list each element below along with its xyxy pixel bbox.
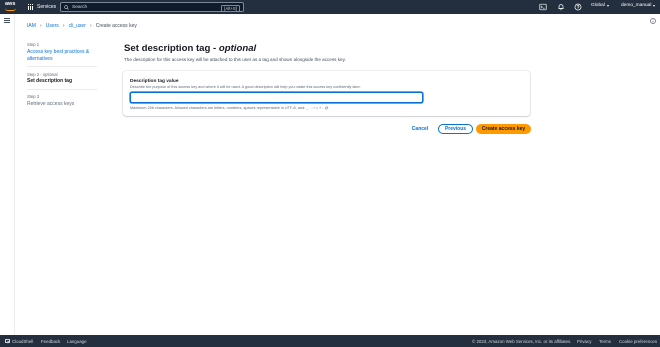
search-shortcut-hint: [Alt+S] (221, 4, 240, 12)
footer-privacy[interactable]: Privacy (577, 339, 591, 344)
page-description: The description for this access key will… (124, 57, 346, 62)
footer-cloudshell[interactable]: CloudShell (5, 339, 33, 344)
notifications-bell-icon[interactable] (557, 3, 565, 11)
region-selector[interactable]: Global (591, 3, 609, 8)
cancel-button[interactable]: Cancel (408, 124, 432, 134)
account-menu[interactable]: demo_manual (621, 3, 656, 8)
footer-copyright: © 2023, Amazon Web Services, Inc. or its… (472, 338, 572, 344)
page-title-optional: optional (218, 43, 257, 54)
chevron-right-icon: › (39, 23, 42, 29)
breadcrumb-cli-user[interactable]: cli_user (69, 23, 86, 29)
top-navigation-bar: aws Services Search [Alt+S] Global demo_… (0, 0, 660, 14)
services-menu-button[interactable]: Services (28, 2, 56, 12)
breadcrumb-current: Create access key (95, 23, 137, 29)
account-name: demo_manual (621, 3, 652, 8)
chevron-right-icon: › (62, 23, 65, 29)
description-tag-input[interactable] (130, 91, 423, 103)
step-divider (27, 66, 97, 67)
step-retrieve-access-keys: Retrieve access keys (27, 100, 75, 107)
footer-feedback[interactable]: Feedback (41, 339, 60, 344)
field-label: Description tag value (130, 79, 179, 84)
terminal-icon (5, 339, 10, 343)
wizard-step-2: Step 2 - optional Set description tag (27, 72, 97, 86)
footer-cookie-preferences[interactable]: Cookie preferences (619, 339, 657, 344)
step-number: Step 3 (27, 94, 40, 100)
field-description: Describe the purpose of this access key … (130, 85, 361, 89)
left-rail-divider (14, 14, 15, 335)
hamburger-menu-icon[interactable] (4, 18, 10, 23)
breadcrumb: IAM › Users › cli_user › Create access k… (27, 23, 137, 29)
footer-cloudshell-label: CloudShell (12, 338, 34, 344)
step-current-description-tag: Set description tag (27, 78, 73, 85)
aws-logo-text: aws (5, 1, 16, 7)
aws-logo[interactable]: aws (4, 1, 18, 13)
chevron-down-icon (653, 4, 656, 7)
aws-logo-smile (5, 8, 16, 11)
help-circle-icon[interactable] (574, 3, 582, 11)
step-link-best-practices[interactable]: Access key best practices & alternatives (27, 49, 97, 63)
services-label: Services (37, 4, 57, 10)
wizard-steps: Step 1 Access key best practices & alter… (27, 42, 97, 108)
search-placeholder: Search (72, 4, 88, 10)
chevron-right-icon: › (89, 23, 92, 29)
footer-terms[interactable]: Terms (599, 339, 611, 344)
step-divider (27, 88, 97, 90)
region-label: Global (591, 3, 605, 8)
description-tag-container: Description tag value Describe the purpo… (123, 71, 530, 116)
wizard-step-3: Step 3 Retrieve access keys (27, 94, 97, 108)
breadcrumb-iam[interactable]: IAM (27, 23, 36, 29)
page-title-text: Set description tag - (124, 43, 219, 54)
create-access-key-button[interactable]: Create access key (476, 124, 531, 134)
field-constraint: Maximum 256 characters. Allowed characte… (130, 106, 329, 110)
search-input[interactable]: Search [Alt+S] (60, 2, 244, 12)
previous-button[interactable]: Previous (438, 124, 473, 134)
step-number: Step 1 (27, 42, 40, 47)
footer: CloudShell Feedback Language © 2023, Ama… (0, 335, 660, 347)
step-number: Step 2 - optional (27, 71, 58, 77)
page-title: Set description tag - optional (124, 43, 256, 54)
footer-language[interactable]: Language (67, 339, 87, 344)
grid-icon (28, 4, 34, 10)
breadcrumb-users[interactable]: Users (46, 23, 59, 29)
info-panel-icon[interactable] (650, 18, 656, 24)
wizard-step-1: Step 1 Access key best practices & alter… (27, 42, 97, 63)
chevron-down-icon (606, 4, 609, 7)
search-icon (64, 4, 69, 10)
cloudshell-icon[interactable] (539, 3, 547, 11)
